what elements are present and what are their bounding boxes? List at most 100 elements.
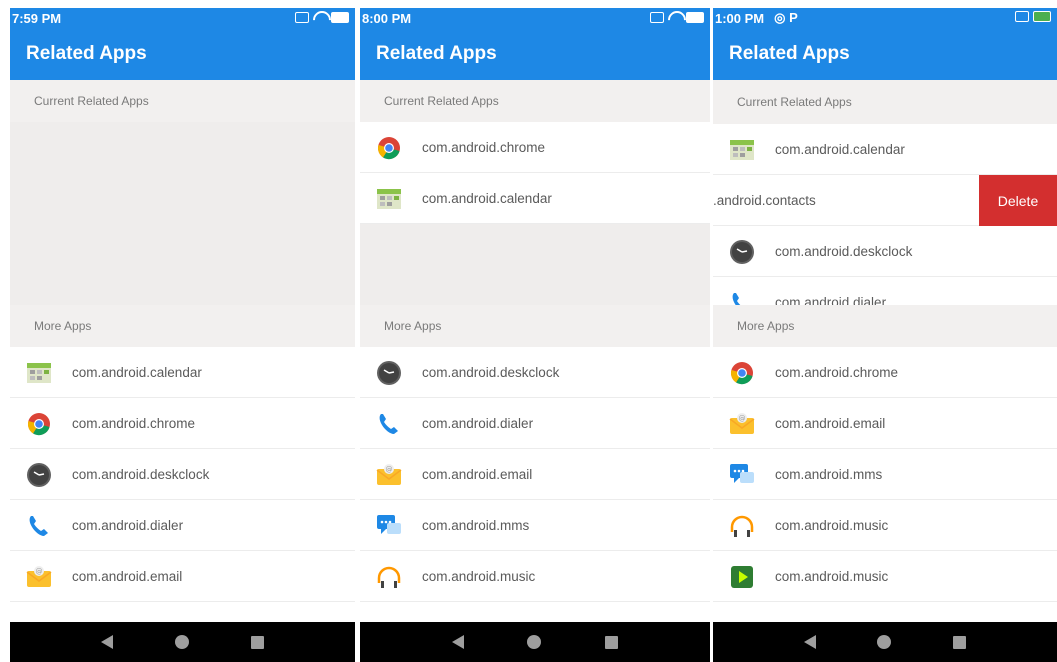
play-icon [728,563,756,591]
list-item-label: com.android.calendar [422,190,552,206]
system-icons [295,11,349,23]
page-title: Related Apps [26,43,147,64]
more-apps-header-label: More Apps [384,319,442,333]
nav-bar [713,622,1057,662]
list-item[interactable]: @ com.android.email [713,398,1057,449]
more-apps-header: More Apps [360,305,710,347]
notification-icons: ◎ P [774,10,798,25]
email-icon: @ [25,563,53,591]
list-item-label: com.android.deskclock [775,243,913,259]
list-item[interactable]: @ com.android.email [360,449,710,500]
list-item-label: com.android.mms [422,517,530,533]
recents-icon[interactable] [605,635,619,649]
nav-bar [360,622,710,662]
list-item[interactable]: com.android.chrome [713,347,1057,398]
clock-icon [25,461,53,489]
page-title: Related Apps [729,43,850,64]
app-bar: Related Apps [713,28,1057,80]
calendar-icon [728,136,756,164]
status-time: 7:59 PM [12,10,62,26]
list-item-label: com.android.deskclock [72,466,210,482]
status-time: 1:00 PM [715,10,765,26]
more-apps-header-label: More Apps [737,319,795,333]
list-item[interactable]: com.android.calendar [713,124,1057,175]
home-icon[interactable] [175,635,189,649]
screen-2: 8:00 PM Related Apps Current Related App… [360,0,710,662]
list-item[interactable]: com.android.mms [360,500,710,551]
list-item-label: com.android.chrome [422,139,546,155]
svg-text:@: @ [739,415,746,423]
current-apps-viewport[interactable]: com.android.calendar .android.contacts Del… [713,124,1057,305]
status-bar: 7:59 PM [10,8,355,28]
phone-icon [375,410,403,438]
back-icon[interactable] [451,635,464,649]
list-item[interactable]: com.android.music [713,500,1057,551]
list-item[interactable]: com.android.deskclock [10,449,355,500]
phone-icon [728,289,756,305]
list-item-label: com.android.music [775,568,889,584]
app-bar: Related Apps [360,28,710,80]
list-item[interactable]: com.android.deskclock [360,347,710,398]
more-apps-header-label: More Apps [34,319,92,333]
list-item[interactable]: com.android.dialer [10,500,355,551]
list-item[interactable]: com.android.calendar [360,173,710,224]
list-item[interactable]: @ com.android.email [10,551,355,602]
app-bar: Related Apps [10,28,355,80]
back-icon[interactable] [803,635,816,649]
back-icon[interactable] [101,635,113,649]
list-item[interactable]: com.android.music [360,551,710,602]
list-item[interactable]: com.android.dialer [360,398,710,449]
status-bar: 8:00 PM [360,8,710,28]
home-icon[interactable] [527,635,542,649]
list-item-label: com.android.chrome [775,364,899,380]
list-item-label: com.android.calendar [72,364,202,380]
list-item-label: com.android.calendar [775,141,905,157]
screenshot-icon [1015,11,1029,22]
empty-current-list [10,122,355,305]
list-item-label: com.android.dialer [775,294,887,306]
list-item[interactable]: com.android.music [713,551,1057,602]
list-item-label: com.android.mms [775,466,883,482]
list-item-label: .android.contacts [713,192,816,208]
list-item[interactable]: com.android.calendar [10,347,355,398]
list-item-label: com.android.email [72,568,183,584]
list-item[interactable]: com.android.chrome [360,122,710,173]
calendar-icon [25,359,53,387]
list-item[interactable]: com.android.mms [713,449,1057,500]
mms-icon [728,461,756,489]
list-item[interactable]: com.android.deskclock [713,226,1057,277]
screen-1: 7:59 PM Related Apps Current Related App… [10,0,355,662]
list-item-label: com.android.dialer [422,415,534,431]
clock-icon [375,359,403,387]
list-item-label: com.android.deskclock [422,364,560,380]
delete-button[interactable]: Delete [979,175,1057,226]
current-apps-header: Current Related Apps [360,80,710,122]
headphones-icon [728,512,756,540]
email-icon: @ [375,461,403,489]
list-item[interactable]: com.android.chrome [10,398,355,449]
calendar-icon [375,185,403,213]
battery-icon [331,11,349,23]
current-apps-header-label: Current Related Apps [737,95,852,109]
chrome-icon [728,359,756,387]
phone-icon [25,512,53,540]
home-icon[interactable] [877,635,892,649]
wifi-icon [668,11,682,23]
svg-text:@: @ [386,466,393,474]
current-apps-header-label: Current Related Apps [384,94,499,108]
screenshot-icon [295,11,309,23]
current-apps-header: Current Related Apps [10,80,355,122]
recents-icon[interactable] [251,635,264,649]
recents-icon[interactable] [953,635,967,649]
list-item-label: com.android.chrome [72,415,196,431]
chrome-icon [375,134,403,162]
nav-bar [10,622,355,662]
more-apps-header: More Apps [10,305,355,347]
status-time: 8:00 PM [362,10,412,26]
battery-icon [686,11,704,23]
list-item[interactable]: .android.contacts Delete [713,175,1057,226]
email-icon: @ [728,410,756,438]
clock-icon [728,238,756,266]
list-item-label: com.android.music [422,568,536,584]
list-item[interactable]: com.android.dialer [713,277,1057,305]
